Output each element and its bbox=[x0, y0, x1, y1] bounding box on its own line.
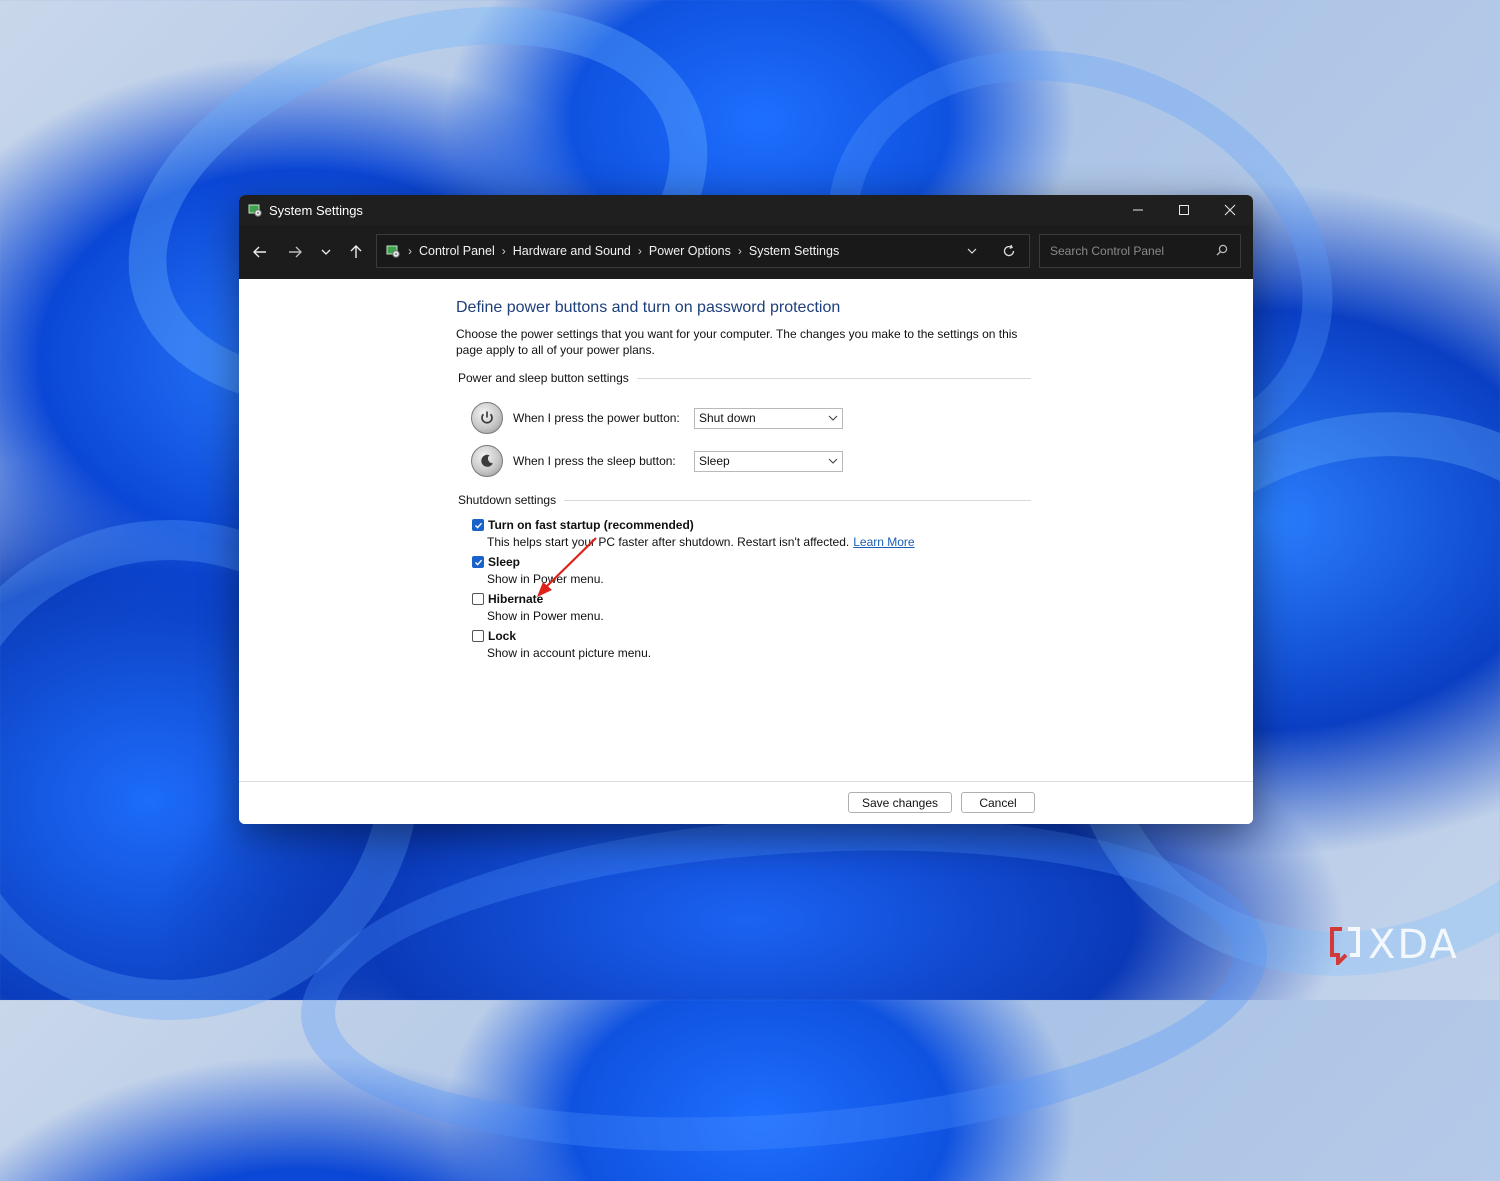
close-button[interactable] bbox=[1207, 195, 1253, 225]
sleep-button-select[interactable]: Sleep bbox=[694, 450, 843, 472]
control-panel-icon bbox=[385, 243, 401, 259]
main-content: Define power buttons and turn on passwor… bbox=[239, 279, 1253, 781]
page-description: Choose the power settings that you want … bbox=[456, 327, 1018, 357]
breadcrumb-power-options[interactable]: Power Options bbox=[649, 244, 731, 258]
navigation-bar: › Control Panel › Hardware and Sound › P… bbox=[239, 225, 1253, 279]
title-bar[interactable]: System Settings bbox=[239, 195, 1253, 225]
power-button-value: Shut down bbox=[699, 411, 756, 425]
divider bbox=[636, 377, 1031, 379]
lock-option-description: Show in account picture menu. bbox=[487, 646, 652, 660]
wallpaper-swirl bbox=[289, 786, 1279, 1181]
fast-startup-checkbox[interactable] bbox=[472, 519, 484, 531]
power-sleep-heading-text: Power and sleep button settings bbox=[458, 371, 629, 385]
system-settings-window: System Settings › Control Panel › Hardwa… bbox=[239, 195, 1253, 824]
refresh-icon bbox=[1003, 244, 1015, 257]
fast-startup-description: This helps start your PC faster after sh… bbox=[487, 535, 850, 549]
fast-startup-option: Turn on fast startup (recommended) This … bbox=[472, 518, 915, 549]
chevron-right-icon: › bbox=[408, 244, 412, 258]
power-sleep-group-heading: Power and sleep button settings bbox=[458, 371, 1031, 385]
sleep-button-row: When I press the sleep button: Sleep bbox=[471, 445, 843, 477]
sleep-icon bbox=[471, 445, 503, 477]
xda-watermark-text: XDA bbox=[1368, 922, 1459, 968]
power-button-label: When I press the power button: bbox=[513, 411, 680, 425]
search-box[interactable] bbox=[1039, 234, 1241, 268]
refresh-button[interactable] bbox=[989, 244, 1029, 258]
address-bar[interactable]: › Control Panel › Hardware and Sound › P… bbox=[376, 234, 1030, 268]
page-title: Define power buttons and turn on passwor… bbox=[456, 299, 841, 316]
search-icon[interactable] bbox=[1216, 244, 1228, 256]
shutdown-group-heading: Shutdown settings bbox=[458, 493, 1031, 507]
power-button-select[interactable]: Shut down bbox=[694, 407, 843, 429]
xda-logo-icon bbox=[1330, 927, 1360, 965]
lock-checkbox[interactable] bbox=[472, 630, 484, 642]
chevron-down-icon bbox=[828, 458, 838, 464]
window-title: System Settings bbox=[269, 202, 363, 218]
sleep-option-label[interactable]: Sleep bbox=[488, 555, 520, 569]
chevron-right-icon[interactable]: › bbox=[502, 244, 506, 258]
lock-option-label[interactable]: Lock bbox=[488, 629, 516, 643]
save-changes-button[interactable]: Save changes bbox=[848, 792, 952, 813]
sleep-button-value: Sleep bbox=[699, 454, 730, 468]
chevron-down-icon bbox=[321, 249, 331, 255]
chevron-down-icon bbox=[828, 415, 838, 421]
learn-more-link[interactable]: Learn More bbox=[853, 535, 914, 549]
divider bbox=[564, 499, 1031, 501]
arrow-right-icon bbox=[289, 246, 302, 258]
fast-startup-label[interactable]: Turn on fast startup (recommended) bbox=[488, 518, 694, 532]
chevron-right-icon[interactable]: › bbox=[738, 244, 742, 258]
lock-option: Lock Show in account picture menu. bbox=[472, 629, 651, 660]
breadcrumb-hardware-and-sound[interactable]: Hardware and Sound bbox=[513, 244, 631, 258]
sleep-checkbox[interactable] bbox=[472, 556, 484, 568]
xda-watermark: XDA bbox=[1328, 922, 1459, 968]
breadcrumb-control-panel[interactable]: Control Panel bbox=[419, 244, 495, 258]
address-history-button[interactable] bbox=[955, 246, 989, 256]
hibernate-option: Hibernate Show in Power menu. bbox=[472, 592, 604, 623]
breadcrumb-system-settings[interactable]: System Settings bbox=[749, 244, 839, 258]
chevron-right-icon[interactable]: › bbox=[638, 244, 642, 258]
shutdown-heading-text: Shutdown settings bbox=[458, 493, 557, 507]
control-panel-icon bbox=[247, 202, 263, 218]
sleep-option: Sleep Show in Power menu. bbox=[472, 555, 604, 586]
forward-button[interactable] bbox=[280, 237, 310, 267]
hibernate-checkbox[interactable] bbox=[472, 593, 484, 605]
hibernate-option-description: Show in Power menu. bbox=[487, 609, 604, 623]
checkmark-icon bbox=[474, 522, 482, 529]
sleep-option-description: Show in Power menu. bbox=[487, 572, 604, 586]
maximize-button[interactable] bbox=[1161, 195, 1207, 225]
dialog-footer: Save changes Cancel bbox=[239, 781, 1253, 824]
up-button[interactable] bbox=[341, 237, 371, 267]
back-button[interactable] bbox=[245, 237, 275, 267]
arrow-left-icon bbox=[253, 246, 266, 258]
hibernate-option-label[interactable]: Hibernate bbox=[488, 592, 543, 606]
search-input[interactable] bbox=[1048, 243, 1212, 259]
power-icon bbox=[471, 402, 503, 434]
recent-locations-button[interactable] bbox=[311, 237, 341, 267]
checkmark-icon bbox=[474, 559, 482, 566]
cancel-button[interactable]: Cancel bbox=[961, 792, 1035, 813]
minimize-button[interactable] bbox=[1115, 195, 1161, 225]
chevron-down-icon bbox=[967, 248, 977, 254]
address-bar-actions bbox=[955, 235, 1029, 267]
sleep-button-label: When I press the sleep button: bbox=[513, 454, 676, 468]
power-button-row: When I press the power button: Shut down bbox=[471, 402, 843, 434]
window-controls bbox=[1115, 195, 1253, 225]
arrow-up-icon bbox=[350, 245, 362, 258]
